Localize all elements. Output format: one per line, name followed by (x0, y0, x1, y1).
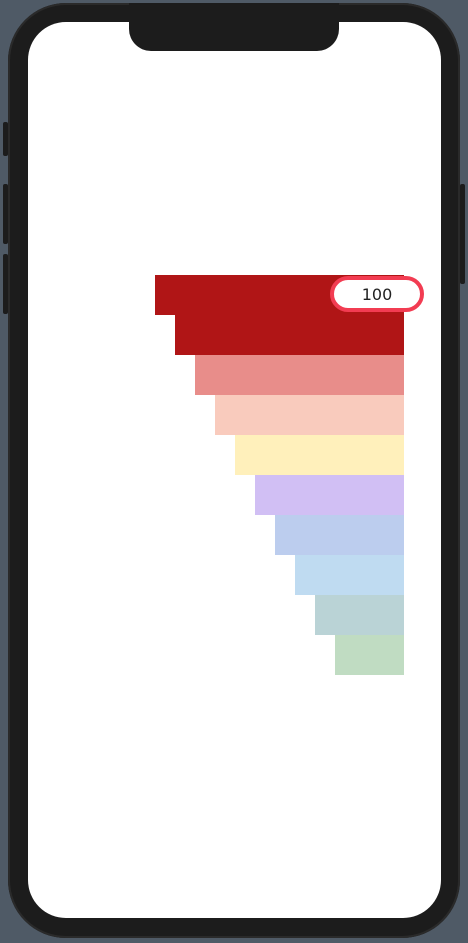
bar-7 (275, 515, 404, 555)
value-badge[interactable]: 100 (330, 276, 424, 312)
bar-8 (295, 555, 404, 595)
bar-9 (315, 595, 404, 635)
bar-3 (195, 355, 404, 395)
bar-5 (235, 435, 404, 475)
value-badge-label: 100 (361, 284, 393, 304)
bar-6 (255, 475, 404, 515)
bar-stack (0, 0, 468, 943)
bar-4 (215, 395, 404, 435)
bar-2 (175, 315, 404, 355)
bar-10 (335, 635, 404, 675)
